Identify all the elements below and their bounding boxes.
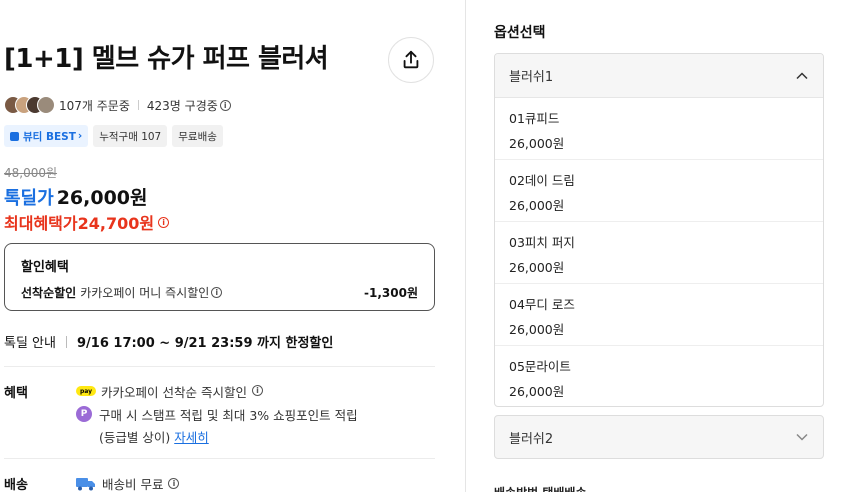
option-name: 03피치 퍼지: [509, 235, 575, 250]
best-icon: [10, 131, 19, 141]
chevron-right-icon: ›: [77, 130, 83, 142]
tokdeal-divider: [65, 335, 67, 348]
truck-icon: [76, 477, 95, 490]
meta-divider: [137, 100, 139, 110]
shipping-method-cutoff: 배송방법 택배배송: [494, 484, 587, 492]
deal-label: 톡딜가: [4, 188, 54, 209]
benefit-kakaopay: pay 카카오페이 선착순 즉시할인 i: [76, 382, 263, 401]
shipping-text: 배송비 무료: [102, 477, 164, 492]
option-item[interactable]: 04무디 로즈 26,000원: [495, 284, 823, 346]
option-dropdown-2[interactable]: 블러쉬2: [494, 415, 824, 459]
discount-row: 선착순할인 카카오페이 머니 즉시할인 i -1,300원: [21, 284, 418, 301]
option-title: 옵션선택: [494, 25, 546, 41]
benefit-label: 혜택: [4, 386, 28, 401]
tokdeal-label: 톡딜 안내: [4, 336, 56, 351]
max-benefit-row: 최대혜택가 24,700원 i: [4, 210, 170, 234]
discount-title: 할인혜택: [21, 260, 69, 275]
option-name: 05문라이트: [509, 359, 571, 374]
option-item[interactable]: 05문라이트 26,000원: [495, 346, 823, 406]
info-icon[interactable]: i: [168, 478, 180, 489]
point-text-line2: (등급별 상이) 자세히: [99, 427, 358, 446]
info-icon[interactable]: i: [158, 216, 170, 228]
option-price: 26,000원: [509, 198, 565, 213]
beauty-best-badge[interactable]: 뷰티 BEST ›: [4, 125, 89, 147]
product-title: [1+1] 멜브 슈가 퍼프 블러셔: [4, 44, 329, 74]
shipping-label: 배송: [4, 478, 28, 492]
point-text: 구매 시 스탬프 적립 및 최대 3% 쇼핑포인트 적립: [99, 408, 358, 423]
avatar: [37, 96, 55, 114]
option-price: 26,000원: [509, 322, 565, 337]
option-name: 04무디 로즈: [509, 297, 575, 312]
point-text-block: 구매 시 스탬프 적립 및 최대 3% 쇼핑포인트 적립 (등급별 상이) 자세…: [99, 405, 358, 446]
option-group-label: 블러쉬2: [509, 431, 554, 447]
buyer-avatars: [4, 96, 55, 114]
deal-price: 26,000원: [56, 187, 148, 209]
max-benefit-label: 최대혜택가: [4, 214, 78, 233]
kakaopay-text: 카카오페이 선착순 즉시할인: [101, 385, 247, 400]
info-icon[interactable]: i: [211, 287, 223, 298]
order-count: 107개 주문중: [59, 98, 130, 113]
product-info-panel: [1+1] 멜브 슈가 퍼프 블러셔 107개 주문중 423명 구경중 i 뷰…: [0, 0, 440, 492]
discount-amount: -1,300원: [364, 286, 418, 300]
discount-label: 선착순할인: [21, 286, 77, 300]
tokdeal-info: 톡딜 안내 9/16 17:00 ~ 9/21 23:59 까지 한정할인: [4, 332, 333, 351]
discount-desc: 카카오페이 머니 즉시할인: [80, 286, 210, 300]
option-dropdown-1: 블러쉬1 01큐피드 26,000원 02데이 드림 26,000원 03피치 …: [494, 53, 824, 407]
point-subtext: (등급별 상이): [99, 430, 171, 445]
max-benefit-price: 24,700원: [77, 214, 155, 233]
benefit-point: P 구매 시 스탬프 적립 및 최대 3% 쇼핑포인트 적립 (등급별 상이) …: [76, 405, 358, 446]
point-detail-link[interactable]: 자세히: [174, 430, 209, 445]
share-button[interactable]: [388, 37, 434, 83]
product-meta: 107개 주문중 423명 구경중 i: [4, 96, 231, 114]
info-icon[interactable]: i: [251, 385, 263, 396]
badge-row: 뷰티 BEST › 누적구매 107 무료배송: [4, 125, 223, 147]
option-item[interactable]: 02데이 드림 26,000원: [495, 160, 823, 222]
shipping-info: 배송비 무료 i: [76, 474, 180, 492]
option-price: 26,000원: [509, 136, 565, 151]
tokdeal-period: 9/16 17:00 ~ 9/21 23:59 까지 한정할인: [76, 336, 334, 351]
chevron-down-icon: [796, 433, 808, 441]
point-icon: P: [76, 406, 92, 422]
free-shipping-badge: 무료배송: [172, 125, 223, 147]
option-price: 26,000원: [509, 384, 565, 399]
cumulative-badge: 누적구매 107: [93, 125, 168, 147]
section-divider: [4, 458, 435, 459]
option-name: 01큐피드: [509, 111, 560, 126]
option-panel: 옵션선택 블러쉬1 01큐피드 26,000원 02데이 드림 26,000원 …: [494, 0, 824, 492]
chevron-up-icon: [796, 71, 808, 79]
section-divider: [4, 366, 435, 367]
discount-box: 할인혜택 선착순할인 카카오페이 머니 즉시할인 i -1,300원: [4, 243, 435, 311]
option-group-label: 블러쉬1: [509, 70, 554, 85]
kakaopay-icon: pay: [76, 386, 96, 396]
option-name: 02데이 드림: [509, 173, 575, 188]
option-price: 26,000원: [509, 260, 565, 275]
share-icon: [403, 50, 419, 69]
viewer-count: 423명 구경중: [146, 98, 218, 113]
deal-price-row: 톡딜가 26,000원: [4, 183, 148, 210]
option-item[interactable]: 01큐피드 26,000원: [495, 98, 823, 160]
beauty-best-label: 뷰티 BEST: [23, 130, 76, 143]
panel-divider: [465, 0, 466, 492]
info-icon[interactable]: i: [219, 99, 231, 111]
original-price: 48,000원: [4, 166, 58, 180]
option-item[interactable]: 03피치 퍼지 26,000원: [495, 222, 823, 284]
option-group-header[interactable]: 블러쉬1: [495, 54, 823, 98]
